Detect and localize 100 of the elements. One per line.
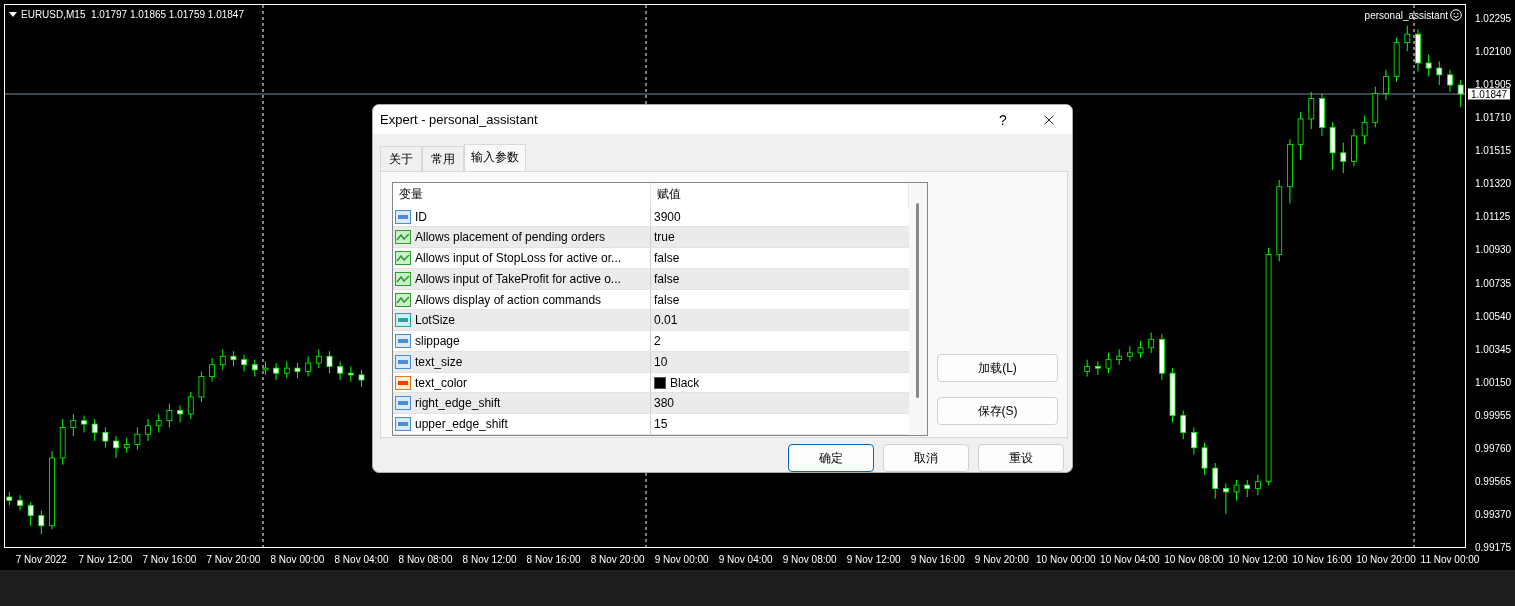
tab[interactable]: 常用 — [422, 146, 464, 171]
time-label: 9 Nov 00:00 — [654, 553, 709, 565]
parameter-value[interactable]: false — [654, 292, 680, 307]
candlestick — [1447, 69, 1453, 93]
time-label: 7 Nov 16:00 — [142, 553, 197, 565]
time-label: 7 Nov 2022 — [15, 553, 67, 565]
candlestick — [17, 494, 23, 512]
candlestick — [81, 415, 87, 434]
candlestick — [1255, 474, 1261, 496]
dropdown-arrow-icon[interactable] — [9, 11, 17, 18]
dialog-button[interactable]: 重设 — [978, 444, 1064, 472]
time-label: 10 Nov 00:00 — [1036, 553, 1096, 565]
parameter-value[interactable]: Black — [670, 375, 700, 390]
price-label: 1.02295 — [1474, 12, 1512, 24]
save-button[interactable]: 保存(S) — [937, 397, 1058, 425]
candlestick — [326, 350, 333, 374]
candlestick — [1383, 69, 1389, 101]
candlestick — [1180, 410, 1187, 440]
price-label: 1.02100 — [1474, 45, 1512, 57]
parameter-value[interactable]: false — [654, 251, 680, 266]
price-label: 0.99955 — [1474, 409, 1512, 421]
candlestick — [209, 357, 215, 383]
load-button[interactable]: 加载(L) — [937, 354, 1058, 382]
time-label: 9 Nov 08:00 — [782, 553, 837, 565]
time-label: 11 Nov 00:00 — [1420, 553, 1480, 565]
price-label: 1.01710 — [1474, 111, 1512, 123]
tab[interactable]: 关于 — [380, 146, 422, 171]
price-label: 1.01905 — [1474, 78, 1512, 90]
parameter-name: text_color — [415, 375, 468, 390]
candlestick — [113, 435, 119, 459]
price-label: 1.01320 — [1474, 177, 1512, 189]
parameter-value[interactable]: 0.01 — [654, 313, 678, 328]
parameter-value[interactable]: 3900 — [654, 209, 681, 224]
candlestick — [305, 355, 312, 378]
time-label: 8 Nov 12:00 — [462, 553, 517, 565]
candlestick — [134, 426, 141, 451]
price-label: 0.99175 — [1474, 541, 1512, 553]
candlestick — [155, 413, 162, 434]
candlestick — [1222, 482, 1229, 515]
candlestick — [1190, 426, 1197, 456]
parameter-value[interactable]: 380 — [654, 396, 675, 411]
parameter-value[interactable]: 10 — [654, 354, 668, 369]
candlestick — [337, 360, 344, 381]
candlestick — [102, 426, 109, 449]
time-label: 8 Nov 16:00 — [526, 553, 581, 565]
time-label: 10 Nov 20:00 — [1356, 553, 1416, 565]
candlestick — [70, 413, 77, 437]
price-label: 1.00735 — [1474, 277, 1512, 288]
time-label: 9 Nov 16:00 — [910, 553, 965, 565]
time-label: 9 Nov 04:00 — [718, 553, 773, 565]
parameter-value[interactable]: 15 — [654, 417, 668, 432]
candlestick — [219, 348, 226, 371]
time-label: 10 Nov 12:00 — [1228, 553, 1288, 565]
parameter-name: Allows placement of pending orders — [415, 230, 606, 245]
parameter-name: text_size — [415, 354, 463, 369]
scrollbar[interactable] — [909, 183, 927, 435]
candlestick — [1233, 479, 1240, 501]
candlestick — [166, 403, 173, 428]
price-label: 1.00345 — [1474, 343, 1512, 355]
candlestick — [38, 510, 45, 535]
dialog-button[interactable]: 取消 — [883, 444, 969, 472]
parameter-name: upper_edge_shift — [415, 417, 508, 432]
tab[interactable]: 输入参数 — [464, 144, 526, 171]
candlestick — [27, 501, 34, 527]
help-button[interactable]: ? — [980, 105, 1026, 134]
price-label: 0.99370 — [1474, 508, 1512, 520]
parameter-name: ID — [415, 209, 427, 224]
parameter-name: Allows input of StopLoss for active or... — [415, 251, 622, 266]
smiley-icon — [1450, 9, 1462, 21]
time-label: 10 Nov 08:00 — [1164, 553, 1224, 565]
palette-icon — [395, 374, 411, 391]
expert-label: personal_assistant — [1364, 9, 1448, 21]
candlestick — [1212, 462, 1219, 500]
price-label: 1.00150 — [1474, 376, 1512, 388]
time-label: 10 Nov 04:00 — [1100, 553, 1160, 565]
dialog-button[interactable]: 确定 — [788, 444, 874, 472]
price-label: 1.00930 — [1474, 243, 1512, 255]
time-label: 7 Nov 12:00 — [78, 553, 133, 565]
parameter-value[interactable]: true — [654, 230, 675, 245]
candlestick — [187, 391, 194, 420]
candlestick — [91, 418, 98, 442]
symbol-info: EURUSD,M15 1.01797 1.01865 1.01759 1.01847 — [21, 9, 244, 20]
candlestick — [241, 354, 248, 373]
current-price-tag: 1.01847 — [1468, 88, 1511, 100]
candlestick — [1148, 332, 1155, 354]
parameter-name: Allows input of TakeProfit for active o... — [415, 271, 621, 286]
parameter-value[interactable]: 2 — [654, 334, 661, 349]
price-label: 0.99565 — [1474, 475, 1512, 487]
time-label: 8 Nov 20:00 — [590, 553, 645, 565]
candlestick — [273, 362, 280, 381]
candlestick — [145, 418, 151, 442]
candlestick — [1361, 115, 1368, 145]
time-label: 8 Nov 04:00 — [334, 553, 389, 565]
parameter-value[interactable]: false — [654, 271, 680, 286]
candlestick — [198, 371, 205, 403]
parameter-name: Allows display of action commands — [415, 292, 602, 307]
candlestick — [1404, 25, 1411, 52]
price-label: 1.00540 — [1474, 310, 1512, 322]
column-header[interactable]: 变量 — [393, 183, 651, 207]
candlestick — [177, 404, 183, 423]
